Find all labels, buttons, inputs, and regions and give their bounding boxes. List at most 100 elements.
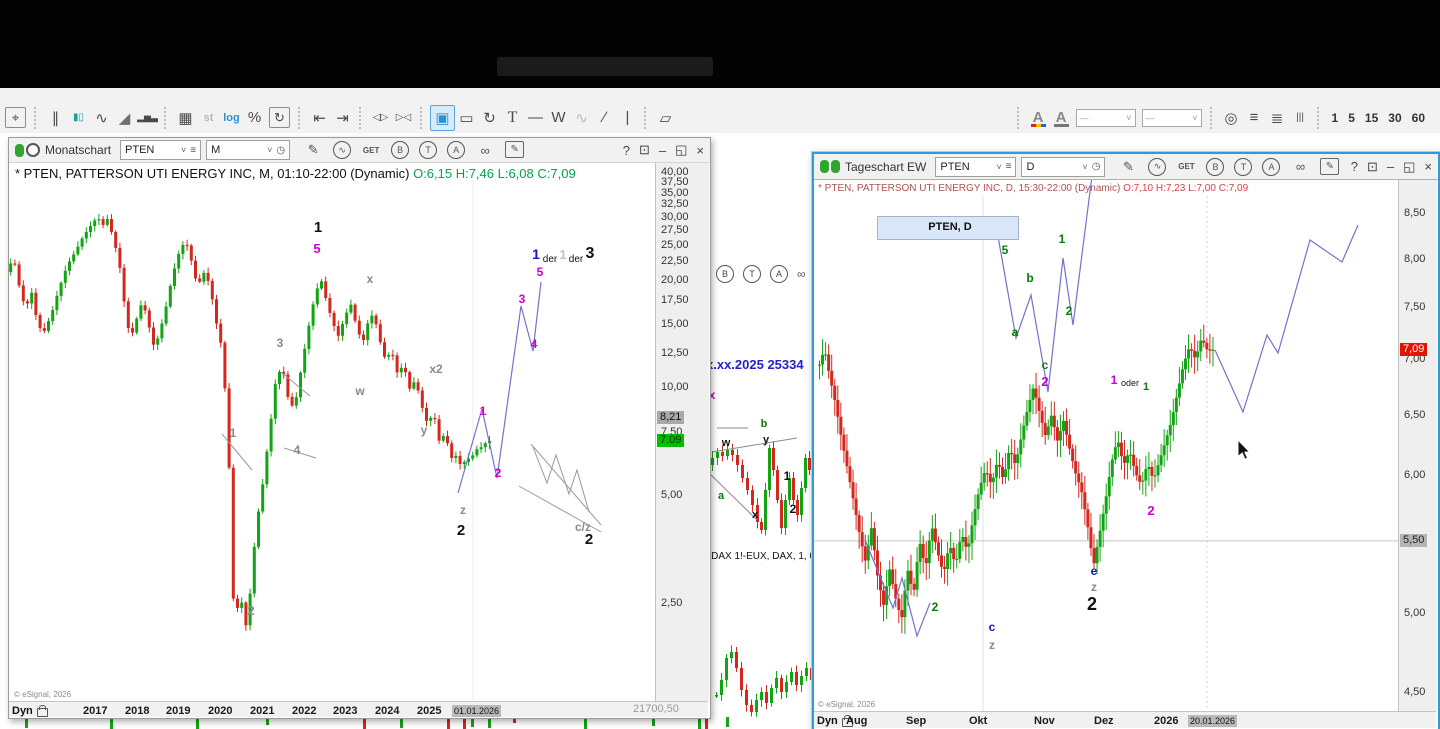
rectangle-tool-icon[interactable]: ▭ (455, 106, 478, 130)
compress-right-icon[interactable]: ⇥ (331, 106, 354, 130)
tageschart-chart-area[interactable]: 151b2ac21oder122czez2 (814, 180, 1398, 711)
link-icon[interactable]: ∞ (797, 267, 806, 281)
t-study-icon[interactable]: T (419, 141, 437, 159)
columns-icon[interactable]: ||| (1289, 106, 1312, 130)
line-chart-type-icon[interactable]: ∿ (90, 106, 113, 130)
monatschart-price-axis[interactable]: 40,0037,5035,0032,5030,0027,5025,0022,50… (655, 162, 709, 701)
interval-button-15[interactable]: 15 (1360, 111, 1383, 125)
table-icon[interactable]: ▦ (174, 106, 197, 130)
lines-dense-icon[interactable]: ≣ (1266, 106, 1289, 130)
help-button[interactable]: ? (1351, 159, 1358, 174)
interval-combo[interactable]: M˅◷ (206, 140, 290, 160)
interval-combo[interactable]: D˅◷ (1021, 157, 1105, 177)
monatschart-titlebar[interactable]: Monatschart PTEN˅≡ M˅◷ ✎∿GETBTA∞✎ ?⊡–◱× (9, 138, 710, 163)
popout-button[interactable]: ⊡ (1367, 159, 1378, 175)
draw-icon[interactable]: ✎ (303, 141, 323, 159)
candlestick-type-icon[interactable]: ▮▯ (67, 106, 90, 130)
minimize-button[interactable]: – (659, 143, 666, 158)
target-icon[interactable]: ◎ (1220, 106, 1243, 130)
font-color-icon[interactable]: A (1027, 106, 1050, 130)
b-study-icon[interactable]: B (1206, 158, 1224, 176)
get-icon[interactable]: GET (1176, 158, 1196, 176)
text-tool-icon[interactable]: T (501, 106, 524, 130)
link-indicator-icon (820, 160, 840, 173)
wave-circle-icon[interactable]: ∿ (333, 141, 351, 159)
wave-label: 1 (559, 247, 566, 262)
time-tick: 2026 (1154, 715, 1178, 727)
crosshair-tool-icon[interactable]: ⌖ (5, 107, 26, 128)
percent-scale-icon[interactable]: % (243, 106, 266, 130)
tageschart-titlebar[interactable]: Tageschart EW PTEN˅≡ D˅◷ ✎∿GETBTA∞✎ ?⊡–◱… (814, 154, 1438, 180)
link-icon[interactable]: ∞ (475, 141, 495, 159)
note-icon[interactable]: ✎ (505, 141, 524, 158)
popout-button[interactable]: ⊡ (639, 142, 650, 158)
draw-icon[interactable]: ✎ (1118, 158, 1138, 176)
t-study-icon[interactable]: T (743, 265, 761, 283)
get-icon[interactable]: GET (361, 141, 381, 159)
area-chart-type-icon[interactable]: ◢ (113, 106, 136, 130)
monatschart-chart-area[interactable]: 15x3wx2y14212345z2c/z21der1der3 (9, 180, 655, 701)
vline-tool-icon[interactable]: | (616, 106, 639, 130)
interval-button-30[interactable]: 30 (1383, 111, 1406, 125)
interval-button-60[interactable]: 60 (1407, 111, 1430, 125)
toolbar-grip[interactable] (34, 107, 39, 129)
wave-alt-tool-icon[interactable]: ∿ (570, 106, 593, 130)
b-study-icon[interactable]: B (716, 265, 734, 283)
restore-button[interactable]: ◱ (675, 142, 687, 158)
time-tick: Dez (1094, 715, 1114, 727)
chart-header-text: * PTEN, PATTERSON UTI ENERGY INC, M, 01:… (15, 166, 409, 181)
interval-button-1[interactable]: 1 (1327, 111, 1344, 125)
data-window[interactable]: PTEN, D (877, 216, 1019, 240)
toolbar-grip[interactable] (1317, 107, 1322, 129)
price-tick: 6,50 (1404, 409, 1425, 421)
log-scale-icon[interactable]: log (220, 106, 243, 130)
zoom-in-icon[interactable]: ▷◁ (392, 106, 415, 130)
time-tick: Nov (1034, 715, 1055, 727)
wave-circle-icon[interactable]: ∿ (1148, 158, 1166, 176)
note-icon[interactable]: ✎ (1320, 158, 1339, 175)
toolbar-grip[interactable] (1210, 107, 1215, 129)
toolbar-grip[interactable] (644, 107, 649, 129)
a-study-icon[interactable]: A (1262, 158, 1280, 176)
restore-button[interactable]: ◱ (1403, 159, 1415, 175)
symbol-combo[interactable]: PTEN˅≡ (935, 157, 1016, 177)
pointer-tool-icon[interactable]: ▣ (430, 105, 455, 131)
time-tick: 2018 (125, 705, 149, 717)
monatschart-time-axis[interactable]: Dyn 201720182019202020212022202320242025… (9, 701, 708, 717)
tageschart-price-axis[interactable]: 8,508,007,507,006,506,005,004,507,095,50 (1398, 179, 1437, 711)
studies-icon[interactable]: st (197, 106, 220, 130)
toolbar-grip[interactable] (420, 107, 425, 129)
t-study-icon[interactable]: T (1234, 158, 1252, 176)
close-button[interactable]: × (696, 143, 704, 158)
histogram-type-icon[interactable]: ▂▅▃ (136, 106, 159, 130)
b-study-icon[interactable]: B (391, 141, 409, 159)
toolbar-grip[interactable] (298, 107, 303, 129)
line-style-select[interactable]: —˅ (1076, 109, 1136, 127)
wave-label: oder (1121, 378, 1139, 388)
rotate-tool-icon[interactable]: ↻ (478, 106, 501, 130)
toolbar-grip[interactable] (359, 107, 364, 129)
close-button[interactable]: × (1424, 159, 1432, 174)
wave-tool-icon[interactable]: W (547, 106, 570, 130)
hline-tool-icon[interactable]: — (524, 106, 547, 130)
lock-icon[interactable] (37, 708, 48, 717)
eraser-tool-icon[interactable]: ▱ (654, 106, 677, 130)
lines-sparse-icon[interactable]: ≡ (1243, 106, 1266, 130)
compress-left-icon[interactable]: ⇤ (308, 106, 331, 130)
toolbar-grip[interactable] (1017, 107, 1022, 129)
trendline-tool-icon[interactable]: ∕ (593, 106, 616, 130)
a-study-icon[interactable]: A (447, 141, 465, 159)
zoom-out-icon[interactable]: ◁▷ (369, 106, 392, 130)
layout-refresh-icon[interactable]: ↻ (269, 107, 290, 128)
tageschart-time-axis[interactable]: Dyn AugSepOktNovDez202620.01.2026 (814, 711, 1436, 728)
minimize-button[interactable]: – (1387, 159, 1394, 174)
fill-color-icon[interactable]: A (1050, 106, 1073, 130)
help-button[interactable]: ? (623, 143, 630, 158)
interval-button-5[interactable]: 5 (1343, 111, 1360, 125)
symbol-combo[interactable]: PTEN˅≡ (120, 140, 201, 160)
a-study-icon[interactable]: A (770, 265, 788, 283)
line-width-select[interactable]: —˅ (1142, 109, 1202, 127)
toolbar-grip[interactable] (164, 107, 169, 129)
bar-chart-type-icon[interactable]: ∥ (44, 106, 67, 130)
link-icon[interactable]: ∞ (1290, 158, 1310, 176)
